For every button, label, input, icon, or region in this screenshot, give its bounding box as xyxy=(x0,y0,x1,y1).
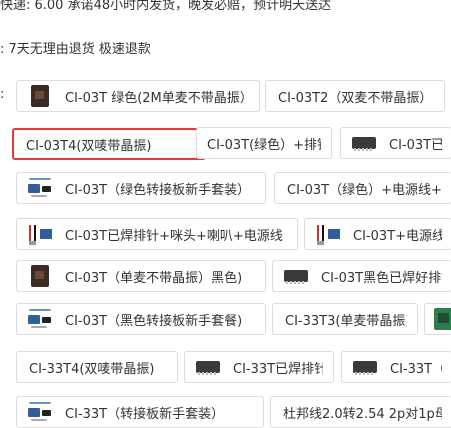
sku-option-ci03t2[interactable]: CI-03T2（双麦不带晶振） xyxy=(265,80,445,112)
sku-option-ci33t-green-partial[interactable] xyxy=(424,303,451,335)
sku-option-ci33t3[interactable]: CI-33T3(单麦带晶振) xyxy=(272,303,418,335)
sku-option-label: CI-33T3(单麦带晶振) xyxy=(285,313,407,329)
sku-option-ci03t4-selected[interactable]: CI-03T4(双唛带晶振) xyxy=(12,128,206,160)
board-thumb-icon xyxy=(25,306,55,332)
service-info: : 7天无理由退货 极速退款 xyxy=(0,42,151,57)
sku-option-label: CI-03T已焊排针+咪头+喇叭+电源线 xyxy=(65,228,283,244)
sku-option-ci03t-power[interactable]: CI-03T+电源线+ xyxy=(304,218,451,250)
sku-option-label: CI-03T（黑色转接板新手套餐) xyxy=(65,313,243,329)
sku-option-ci33t-soldered[interactable]: CI-33T已焊排针 xyxy=(184,351,334,383)
chip-thumb-icon xyxy=(349,130,379,156)
sku-row-marker: : xyxy=(0,87,5,102)
sku-option-label: 杜邦线2.0转2.54 2p对1p母对母 xyxy=(283,406,442,422)
sku-option-label: CI-03T+电源线+ xyxy=(353,228,442,244)
sku-option-ci03t-black-kit[interactable]: CI-03T（黑色转接板新手套餐) xyxy=(16,303,266,335)
sku-option-label: CI-03T（绿色转接板新手套装） xyxy=(65,182,251,198)
sku-option-ci33t-adapter-kit[interactable]: CI-33T（转接板新手套装） xyxy=(16,396,264,428)
green-module-thumb-icon xyxy=(25,83,55,109)
sku-option-label: CI-03T 绿色(2M单麦不带晶振） xyxy=(65,90,249,106)
sku-option-ci03t-green[interactable]: CI-03T 绿色(2M单麦不带晶振） xyxy=(16,80,260,112)
sku-option-label: CI-03T2（双麦不带晶振） xyxy=(278,90,433,106)
wires-thumb-icon xyxy=(25,221,55,247)
sku-option-ci03t-black-soldered[interactable]: CI-03T黑色已焊好排针 xyxy=(272,260,451,292)
chip-thumb-icon xyxy=(281,263,311,289)
sku-option-label: CI-03T（单麦不带晶振）黑色) xyxy=(65,270,243,286)
sku-option-label: CI-03T(绿色）+排针 xyxy=(207,137,321,153)
sku-option-ci03t-power-cable[interactable]: CI-03T（绿色）+电源线+喇 xyxy=(274,172,451,204)
sku-option-ci33t4[interactable]: CI-33T4(双唛带晶振) xyxy=(16,351,178,383)
sku-option-ci03t-black[interactable]: CI-03T（单麦不带晶振）黑色) xyxy=(16,260,266,292)
chip-thumb-icon xyxy=(193,354,223,380)
sku-option-label: CI-33T4(双唛带晶振) xyxy=(29,361,155,377)
board-thumb-icon xyxy=(25,399,55,425)
sku-option-ci33t-partial[interactable]: CI-33T（ xyxy=(341,351,451,383)
delivery-info: 快递: 6.00 承诺48小时内发货，晚发必赔，预计明天送达 xyxy=(0,0,332,13)
sku-option-dupont-cable[interactable]: 杜邦线2.0转2.54 2p对1p母对母 xyxy=(270,396,451,428)
chip-thumb-icon xyxy=(350,354,380,380)
sku-option-label: CI-03T黑色已焊好排针 xyxy=(321,270,442,286)
sku-option-ci03t-full-kit[interactable]: CI-03T已焊排针+咪头+喇叭+电源线 xyxy=(16,218,298,250)
dark-module-thumb-icon xyxy=(25,263,55,289)
sku-option-ci03t-soldered[interactable]: CI-03T已 xyxy=(340,127,451,159)
sku-option-label: CI-33T（转接板新手套装） xyxy=(65,406,225,422)
sku-option-label: CI-03T4(双唛带晶振) xyxy=(26,138,152,154)
sku-option-ci03t-header-pins[interactable]: CI-03T(绿色）+排针 xyxy=(196,127,332,159)
sku-option-label: CI-33T已焊排针 xyxy=(233,361,323,377)
sku-option-ci03t-adapter-kit[interactable]: CI-03T（绿色转接板新手套装） xyxy=(16,172,266,204)
wires-thumb-icon xyxy=(313,221,343,247)
sku-option-label: CI-03T已 xyxy=(389,137,442,153)
sku-option-label: CI-03T（绿色）+电源线+喇 xyxy=(287,182,442,198)
sku-option-label: CI-33T（ xyxy=(390,361,442,377)
green-module-thumb-icon xyxy=(429,306,451,332)
board-thumb-icon xyxy=(25,175,55,201)
